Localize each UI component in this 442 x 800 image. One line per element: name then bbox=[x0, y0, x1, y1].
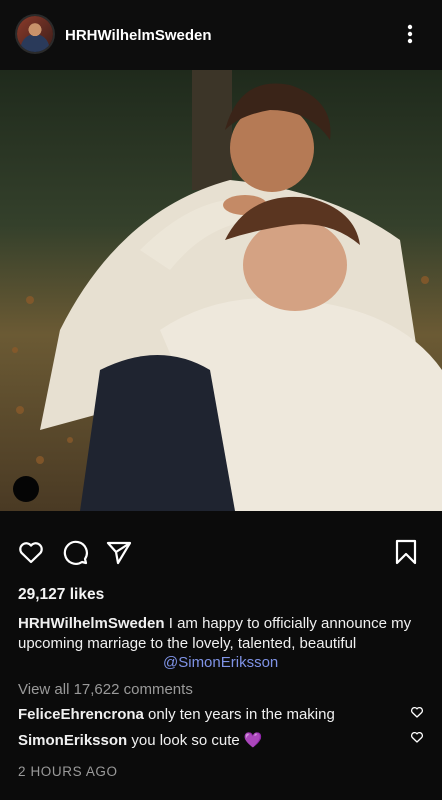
comment-item: FeliceEhrencrona only ten years in the m… bbox=[18, 706, 398, 723]
comment-item: SimonEriksson you look so cute 💜 bbox=[18, 731, 398, 749]
username[interactable]: HRHWilhelmSweden bbox=[65, 27, 212, 44]
comment-like-heart-icon[interactable] bbox=[410, 730, 424, 744]
avatar[interactable] bbox=[17, 16, 53, 52]
comment-username[interactable]: SimonEriksson bbox=[18, 732, 127, 749]
comment-username[interactable]: FeliceEhrencrona bbox=[18, 706, 144, 723]
post-header: HRHWilhelmSweden bbox=[0, 0, 442, 70]
post-photo[interactable] bbox=[0, 70, 442, 511]
more-vertical-icon[interactable] bbox=[402, 24, 418, 44]
mention-link[interactable]: @SimonEriksson bbox=[163, 654, 278, 671]
heart-icon[interactable] bbox=[17, 538, 45, 566]
likes-count[interactable]: 29,127 likes bbox=[18, 586, 104, 604]
view-all-comments[interactable]: View all 17,622 comments bbox=[18, 681, 193, 698]
caption-username[interactable]: HRHWilhelmSweden bbox=[18, 615, 165, 632]
caption: HRHWilhelmSweden I am happy to officiall… bbox=[18, 614, 426, 654]
photo-illustration bbox=[0, 70, 442, 511]
send-icon[interactable] bbox=[105, 538, 133, 566]
tag-indicator[interactable] bbox=[13, 476, 39, 502]
post-timestamp: 2 HOURS AGO bbox=[18, 764, 118, 779]
comment-like-heart-icon[interactable] bbox=[410, 705, 424, 719]
bookmark-icon[interactable] bbox=[392, 538, 420, 566]
comment-text: you look so cute 💜 bbox=[127, 732, 263, 749]
comment-icon[interactable] bbox=[61, 538, 89, 566]
action-bar bbox=[0, 530, 442, 570]
comment-text: only ten years in the making bbox=[143, 706, 335, 723]
